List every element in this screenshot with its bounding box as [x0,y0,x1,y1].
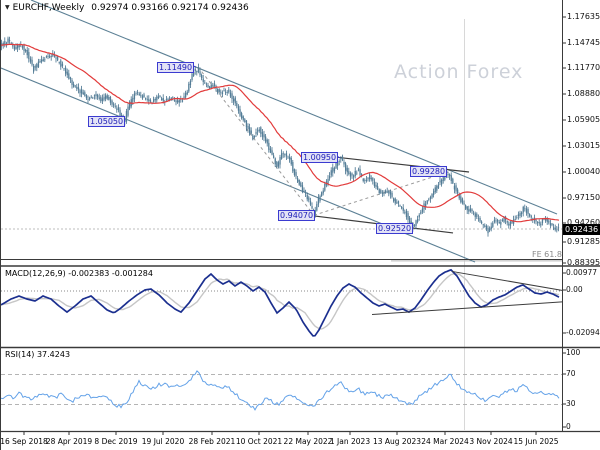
price-axis-label: 1.14745 [567,39,600,47]
indicator-axis-label: 0 [566,423,571,431]
price-annotation[interactable]: 0.92520 [376,223,413,234]
time-axis-label: 24 Mar 2024 [421,437,469,446]
price-axis-label: 1.17635 [567,13,600,21]
price-axis-label: 0.88395 [567,259,600,267]
price-axis-label: 1.00040 [567,168,600,176]
time-axis-label: 15 Jun 2025 [513,437,558,446]
indicator-axis-label: 0.00977 [566,269,597,277]
trendline-channel-upper[interactable] [31,0,557,214]
indicator-axis-label: 70 [566,370,576,378]
time-axis-label: 19 Jul 2020 [142,437,184,446]
price-axis-label: 0.91285 [567,238,600,246]
time-axis-label: 22 May 2022 [284,437,333,446]
macd-signal-line [1,274,559,329]
ohlc-values: 0.92974 0.93166 0.92174 0.92436 [91,3,248,13]
trendline-macd-wedge-lower[interactable] [372,302,562,315]
symbol-dropdown-icon[interactable]: ▼ [5,4,10,11]
price-annotation[interactable]: 1.11490 [157,62,194,73]
rsi-line [1,371,559,410]
price-annotation[interactable]: 1.05050 [88,116,125,127]
time-axis-label: 28 Feb 2021 [189,437,236,446]
price-axis-label: 1.05905 [567,116,600,124]
indicator-axis-label: -0.020949 [566,329,600,337]
trendline-swing-down[interactable] [198,67,314,215]
macd-indicator-label: MACD(12,26,9) -0.002383 -0.001284 [5,269,153,278]
time-axis-label: 28 Apr 2019 [46,437,92,446]
time-axis-label: 13 Aug 2023 [373,437,421,446]
trendline-macd-wedge-upper[interactable] [452,271,562,290]
price-axis-label: 0.97150 [567,194,600,202]
indicator-axis-label: 100 [566,349,580,357]
price-axis-label: 1.08880 [567,90,600,98]
time-axis-label: 10 Oct 2021 [236,437,282,446]
price-axis-label: 0.94260 [567,219,600,227]
indicator-axis-label: 30 [566,400,576,408]
time-axis-label: 1 Jan 2023 [330,437,370,446]
watermark: Action Forex [394,61,523,83]
price-annotation[interactable]: 0.94070 [278,210,315,221]
time-axis-label: 8 Dec 2019 [94,437,137,446]
rsi-indicator-label: RSI(14) 37.4243 [5,350,70,359]
time-axis-label: 16 Sep 2018 [0,437,48,446]
symbol-timeframe-label: EURCHF,Weekly [13,3,85,13]
price-axis-label: 1.03015 [567,142,600,150]
time-axis-label: 3 Nov 2024 [469,437,512,446]
fib-extension-label: FE 61.8 [506,250,562,259]
trendline-resistance-upper[interactable] [334,157,469,172]
price-axis-label: 1.11770 [567,64,600,72]
chart-title-bar: ▼EURCHF,Weekly 0.92974 0.93166 0.92174 0.… [5,3,249,13]
price-annotation[interactable]: 0.99280 [410,166,447,177]
chart-window: ▼EURCHF,Weekly 0.92974 0.93166 0.92174 0.… [0,0,600,450]
indicator-axis-label: 0.00 [566,286,583,294]
price-annotation[interactable]: 1.00950 [301,152,338,163]
